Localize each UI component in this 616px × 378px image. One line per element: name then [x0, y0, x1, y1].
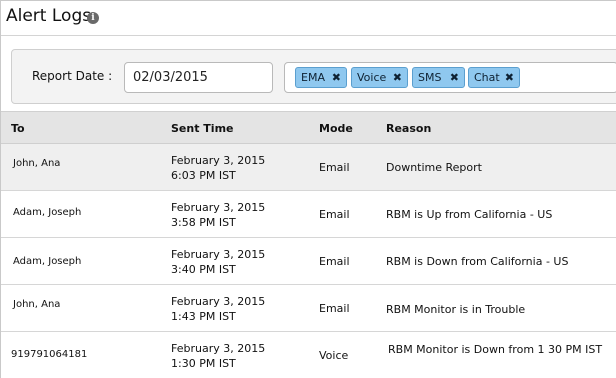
- tag-label: EMA: [301, 71, 325, 84]
- sent-clock: 1:43 PM IST: [171, 310, 236, 323]
- remove-tag-icon[interactable]: ✖: [393, 68, 402, 87]
- cell-sent-time: February 3, 2015 3:58 PM IST: [171, 200, 265, 230]
- cell-sent-time: February 3, 2015 3:40 PM IST: [171, 247, 265, 277]
- channel-tags-input[interactable]: EMA ✖ Voice ✖ SMS ✖ Chat ✖: [284, 62, 616, 93]
- remove-tag-icon[interactable]: ✖: [505, 68, 514, 87]
- tag-chat[interactable]: Chat ✖: [468, 67, 520, 88]
- page-title: Alert Logs: [6, 6, 92, 26]
- tag-label: SMS: [418, 71, 442, 84]
- sent-clock: 1:30 PM IST: [171, 357, 236, 370]
- column-header-mode[interactable]: Mode: [319, 122, 353, 135]
- tag-label: Voice: [357, 71, 387, 84]
- sent-date: February 3, 2015: [171, 295, 266, 308]
- panel-header: Alert Logs i: [1, 1, 616, 36]
- cell-to: Adam, Joseph: [13, 207, 82, 218]
- table-row[interactable]: Adam, Joseph February 3, 2015 3:40 PM IST…: [1, 238, 616, 285]
- sent-clock: 3:58 PM IST: [171, 216, 236, 229]
- table-header: To Sent Time Mode Reason: [1, 111, 616, 144]
- cell-sent-time: February 3, 2015 6:03 PM IST: [171, 153, 265, 183]
- alert-logs-panel: Alert Logs i Report Date : EMA ✖ Voice ✖…: [0, 0, 616, 378]
- cell-reason: RBM is Up from California - US: [386, 208, 553, 221]
- report-date-label: Report Date :: [32, 69, 113, 83]
- cell-sent-time: February 3, 2015 1:30 PM IST: [171, 341, 265, 371]
- cell-to: Adam, Joseph: [13, 256, 82, 267]
- info-icon[interactable]: i: [87, 12, 99, 24]
- cell-reason: RBM Monitor is in Trouble: [386, 303, 526, 316]
- column-header-to[interactable]: To: [11, 122, 25, 135]
- column-header-reason[interactable]: Reason: [386, 122, 431, 135]
- cell-reason: RBM is Down from California - US: [386, 255, 569, 268]
- cell-mode: Email: [319, 255, 350, 268]
- tag-sms[interactable]: SMS ✖: [412, 67, 465, 88]
- cell-reason: RBM Monitor is Down from 1 30 PM IST: [388, 343, 603, 356]
- cell-reason: Downtime Report: [386, 161, 482, 174]
- sent-date: February 3, 2015: [171, 201, 266, 214]
- cell-to: John, Ana: [13, 158, 61, 169]
- sent-clock: 6:03 PM IST: [171, 169, 236, 182]
- cell-to: 919791064181: [11, 349, 88, 360]
- sent-date: February 3, 2015: [171, 154, 266, 167]
- table-row[interactable]: Adam, Joseph February 3, 2015 3:58 PM IST…: [1, 191, 616, 238]
- table-row[interactable]: John, Ana February 3, 2015 6:03 PM IST Em…: [1, 144, 616, 191]
- tag-ema[interactable]: EMA ✖: [295, 67, 347, 88]
- cell-to: John, Ana: [13, 299, 61, 310]
- cell-mode: Email: [319, 161, 350, 174]
- cell-mode: Email: [319, 208, 350, 221]
- table-row[interactable]: John, Ana February 3, 2015 1:43 PM IST Em…: [1, 285, 616, 332]
- column-header-sent-time[interactable]: Sent Time: [171, 122, 234, 135]
- sent-date: February 3, 2015: [171, 248, 266, 261]
- sent-date: February 3, 2015: [171, 342, 266, 355]
- cell-sent-time: February 3, 2015 1:43 PM IST: [171, 294, 265, 324]
- cell-mode: Email: [319, 302, 350, 315]
- report-date-input[interactable]: [124, 62, 273, 93]
- cell-mode: Voice: [319, 349, 349, 362]
- tag-label: Chat: [474, 71, 500, 84]
- sent-clock: 3:40 PM IST: [171, 263, 236, 276]
- remove-tag-icon[interactable]: ✖: [450, 68, 459, 87]
- remove-tag-icon[interactable]: ✖: [332, 68, 341, 87]
- filter-bar: Report Date : EMA ✖ Voice ✖ SMS ✖ Chat ✖: [11, 49, 616, 104]
- tag-voice[interactable]: Voice ✖: [351, 67, 408, 88]
- table-row[interactable]: 919791064181 February 3, 2015 1:30 PM IST…: [1, 332, 616, 378]
